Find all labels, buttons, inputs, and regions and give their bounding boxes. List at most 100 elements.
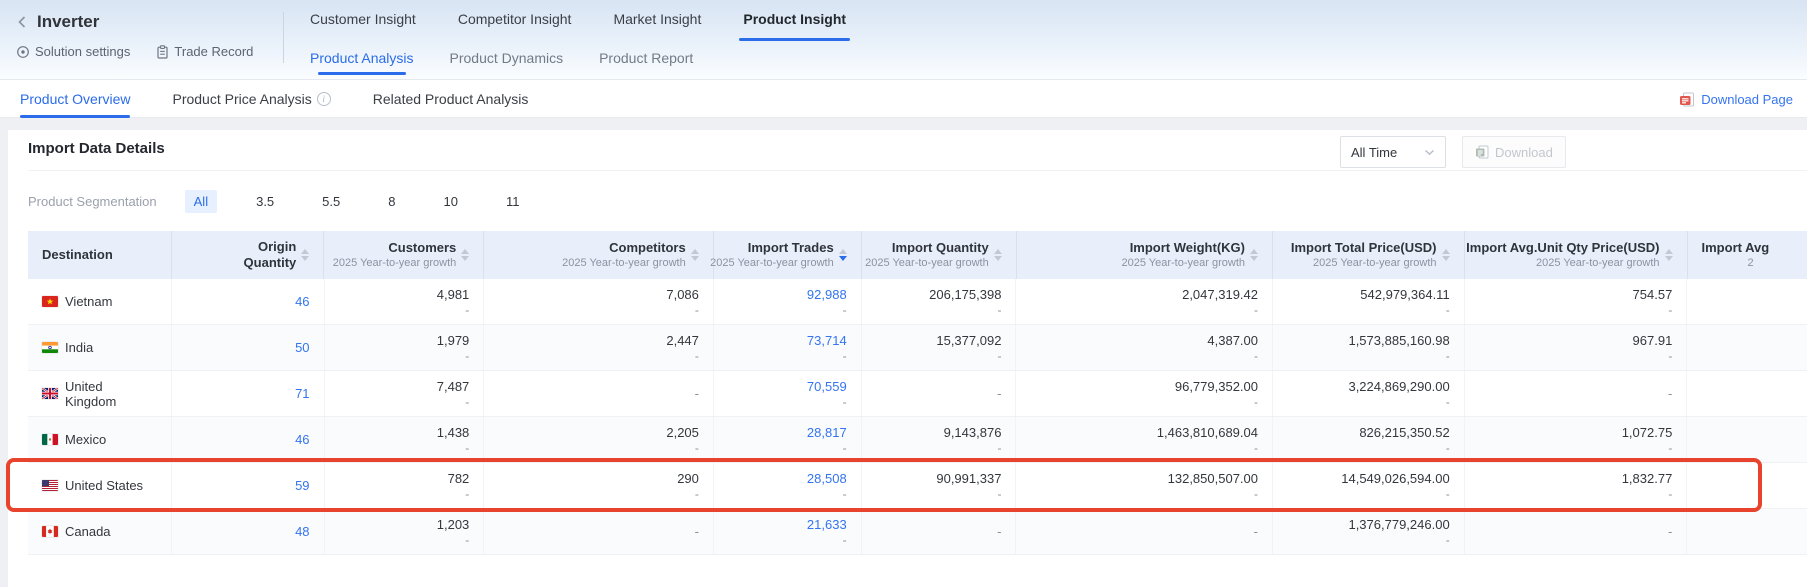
- tab-market-insight[interactable]: Market Insight: [613, 0, 701, 41]
- column-header-import_trades[interactable]: Import Trades2025 Year-to-year growth: [714, 231, 862, 279]
- column-subtitle: 2025 Year-to-year growth: [865, 256, 989, 271]
- sort-desc-icon[interactable]: [691, 256, 699, 261]
- column-header-import_weight[interactable]: Import Weight(KG)2025 Year-to-year growt…: [1017, 231, 1273, 279]
- import_trades-value[interactable]: 92,988: [807, 286, 847, 303]
- sort-asc-icon[interactable]: [839, 249, 847, 254]
- download-button[interactable]: Download: [1462, 136, 1566, 168]
- column-header-import_total_price[interactable]: Import Total Price(USD)2025 Year-to-year…: [1273, 231, 1465, 279]
- import_trades-value[interactable]: 21,633: [807, 516, 847, 533]
- column-header-import_avg_unit_qty_price[interactable]: Import Avg.Unit Qty Price(USD)2025 Year-…: [1465, 231, 1688, 279]
- origin_quantity-value[interactable]: 59: [295, 477, 309, 494]
- cell-clipped: [1687, 417, 1807, 462]
- column-header-customers[interactable]: Customers2025 Year-to-year growth: [324, 231, 484, 279]
- trade-record-link[interactable]: Trade Record: [156, 44, 253, 59]
- mx-flag-icon: [42, 434, 58, 445]
- import_weight-value: 4,387.00: [1207, 332, 1258, 349]
- tab-competitor-insight[interactable]: Competitor Insight: [458, 0, 572, 41]
- import_trades-value[interactable]: 70,559: [807, 378, 847, 395]
- sort-asc-icon[interactable]: [1665, 249, 1673, 254]
- sort-asc-icon[interactable]: [461, 249, 469, 254]
- sort-arrows[interactable]: [994, 249, 1002, 261]
- sort-desc-icon[interactable]: [1665, 256, 1673, 261]
- growth-value: -: [1446, 303, 1450, 318]
- column-title: Destination: [42, 247, 113, 263]
- clipboard-icon: [156, 45, 169, 59]
- origin_quantity-value[interactable]: 50: [295, 339, 309, 356]
- tab-product-report[interactable]: Product Report: [599, 41, 693, 79]
- tab-product-analysis[interactable]: Product Analysis: [310, 41, 414, 79]
- origin_quantity-value[interactable]: 46: [295, 293, 309, 310]
- import-data-card: Import Data Details All Time Download Pr…: [8, 130, 1807, 587]
- tab-customer-insight[interactable]: Customer Insight: [310, 0, 416, 41]
- sort-asc-icon[interactable]: [691, 249, 699, 254]
- destination-name: Mexico: [65, 432, 106, 447]
- tab-related-product-analysis[interactable]: Related Product Analysis: [373, 80, 529, 118]
- sort-arrows[interactable]: [1665, 249, 1673, 261]
- growth-value: -: [465, 533, 469, 548]
- column-header-origin_quantity[interactable]: OriginQuantity: [172, 231, 325, 279]
- segment-option-3-5[interactable]: 3.5: [247, 190, 283, 213]
- import_trades-value[interactable]: 28,508: [807, 470, 847, 487]
- segment-option-10[interactable]: 10: [434, 190, 466, 213]
- segment-option-5-5[interactable]: 5.5: [313, 190, 349, 213]
- cell-import_trades: 28,508-: [714, 463, 862, 508]
- cell-clipped: [1687, 371, 1807, 416]
- sort-desc-icon[interactable]: [994, 256, 1002, 261]
- growth-value: -: [1446, 349, 1450, 364]
- tab-product-dynamics[interactable]: Product Dynamics: [450, 41, 564, 79]
- sort-desc-icon[interactable]: [839, 256, 847, 261]
- origin_quantity-value[interactable]: 46: [295, 431, 309, 448]
- import_trades-value[interactable]: 28,817: [807, 424, 847, 441]
- tab-product-overview[interactable]: Product Overview: [20, 80, 130, 118]
- sort-asc-icon[interactable]: [1442, 249, 1450, 254]
- growth-value: -: [843, 349, 847, 364]
- sort-desc-icon[interactable]: [1442, 256, 1450, 261]
- solution-settings-link[interactable]: Solution settings: [16, 44, 130, 59]
- segment-option-all[interactable]: All: [185, 190, 217, 213]
- cell-origin_quantity: 50: [172, 325, 325, 370]
- cell-destination: United Kingdom: [28, 371, 172, 416]
- vn-flag-icon: [42, 296, 58, 307]
- sort-arrows[interactable]: [1250, 249, 1258, 261]
- column-header-import_quantity[interactable]: Import Quantity2025 Year-to-year growth: [862, 231, 1017, 279]
- time-filter-select[interactable]: All Time: [1340, 136, 1446, 168]
- cell-customers: 782-: [325, 463, 485, 508]
- cell-import_avg_unit_qty_price: 1,832.77-: [1465, 463, 1688, 508]
- back-button[interactable]: [16, 15, 28, 29]
- download-page-button[interactable]: Download Page: [1679, 80, 1793, 118]
- empty-value: -: [695, 385, 699, 402]
- sort-arrows[interactable]: [1442, 249, 1450, 261]
- tab-product-insight[interactable]: Product Insight: [743, 0, 846, 41]
- sort-asc-icon[interactable]: [301, 249, 309, 254]
- sort-arrows[interactable]: [839, 249, 847, 261]
- table-row-vietnam: Vietnam464,981-7,086-92,988-206,175,398-…: [28, 279, 1807, 325]
- segment-option-11[interactable]: 11: [497, 190, 529, 213]
- column-header-competitors[interactable]: Competitors2025 Year-to-year growth: [484, 231, 713, 279]
- import_trades-value[interactable]: 73,714: [807, 332, 847, 349]
- info-icon: i: [317, 92, 331, 106]
- sort-arrows[interactable]: [691, 249, 699, 261]
- sort-arrows[interactable]: [301, 249, 309, 261]
- origin_quantity-value[interactable]: 48: [295, 523, 309, 540]
- cell-import_weight: -: [1016, 509, 1273, 554]
- cell-import_trades: 28,817-: [714, 417, 862, 462]
- competitors-value: 290: [677, 470, 699, 487]
- sort-asc-icon[interactable]: [1250, 249, 1258, 254]
- sub-tabs: Product Analysis Product Dynamics Produc…: [310, 41, 1807, 79]
- sort-desc-icon[interactable]: [1250, 256, 1258, 261]
- sort-arrows[interactable]: [461, 249, 469, 261]
- empty-value: -: [695, 523, 699, 540]
- tab-product-price-analysis[interactable]: Product Price Analysis i: [172, 80, 330, 118]
- ca-flag-icon: [42, 526, 58, 537]
- growth-value: -: [465, 395, 469, 410]
- import_weight-value: 96,779,352.00: [1175, 378, 1258, 395]
- sort-desc-icon[interactable]: [461, 256, 469, 261]
- sort-desc-icon[interactable]: [301, 256, 309, 261]
- segment-option-8[interactable]: 8: [379, 190, 404, 213]
- chevron-down-icon: [1424, 149, 1435, 156]
- growth-value: -: [997, 349, 1001, 364]
- sort-asc-icon[interactable]: [994, 249, 1002, 254]
- cell-origin_quantity: 46: [172, 279, 325, 324]
- origin_quantity-value[interactable]: 71: [295, 385, 309, 402]
- table-row-india: India501,979-2,447-73,714-15,377,092-4,3…: [28, 325, 1807, 371]
